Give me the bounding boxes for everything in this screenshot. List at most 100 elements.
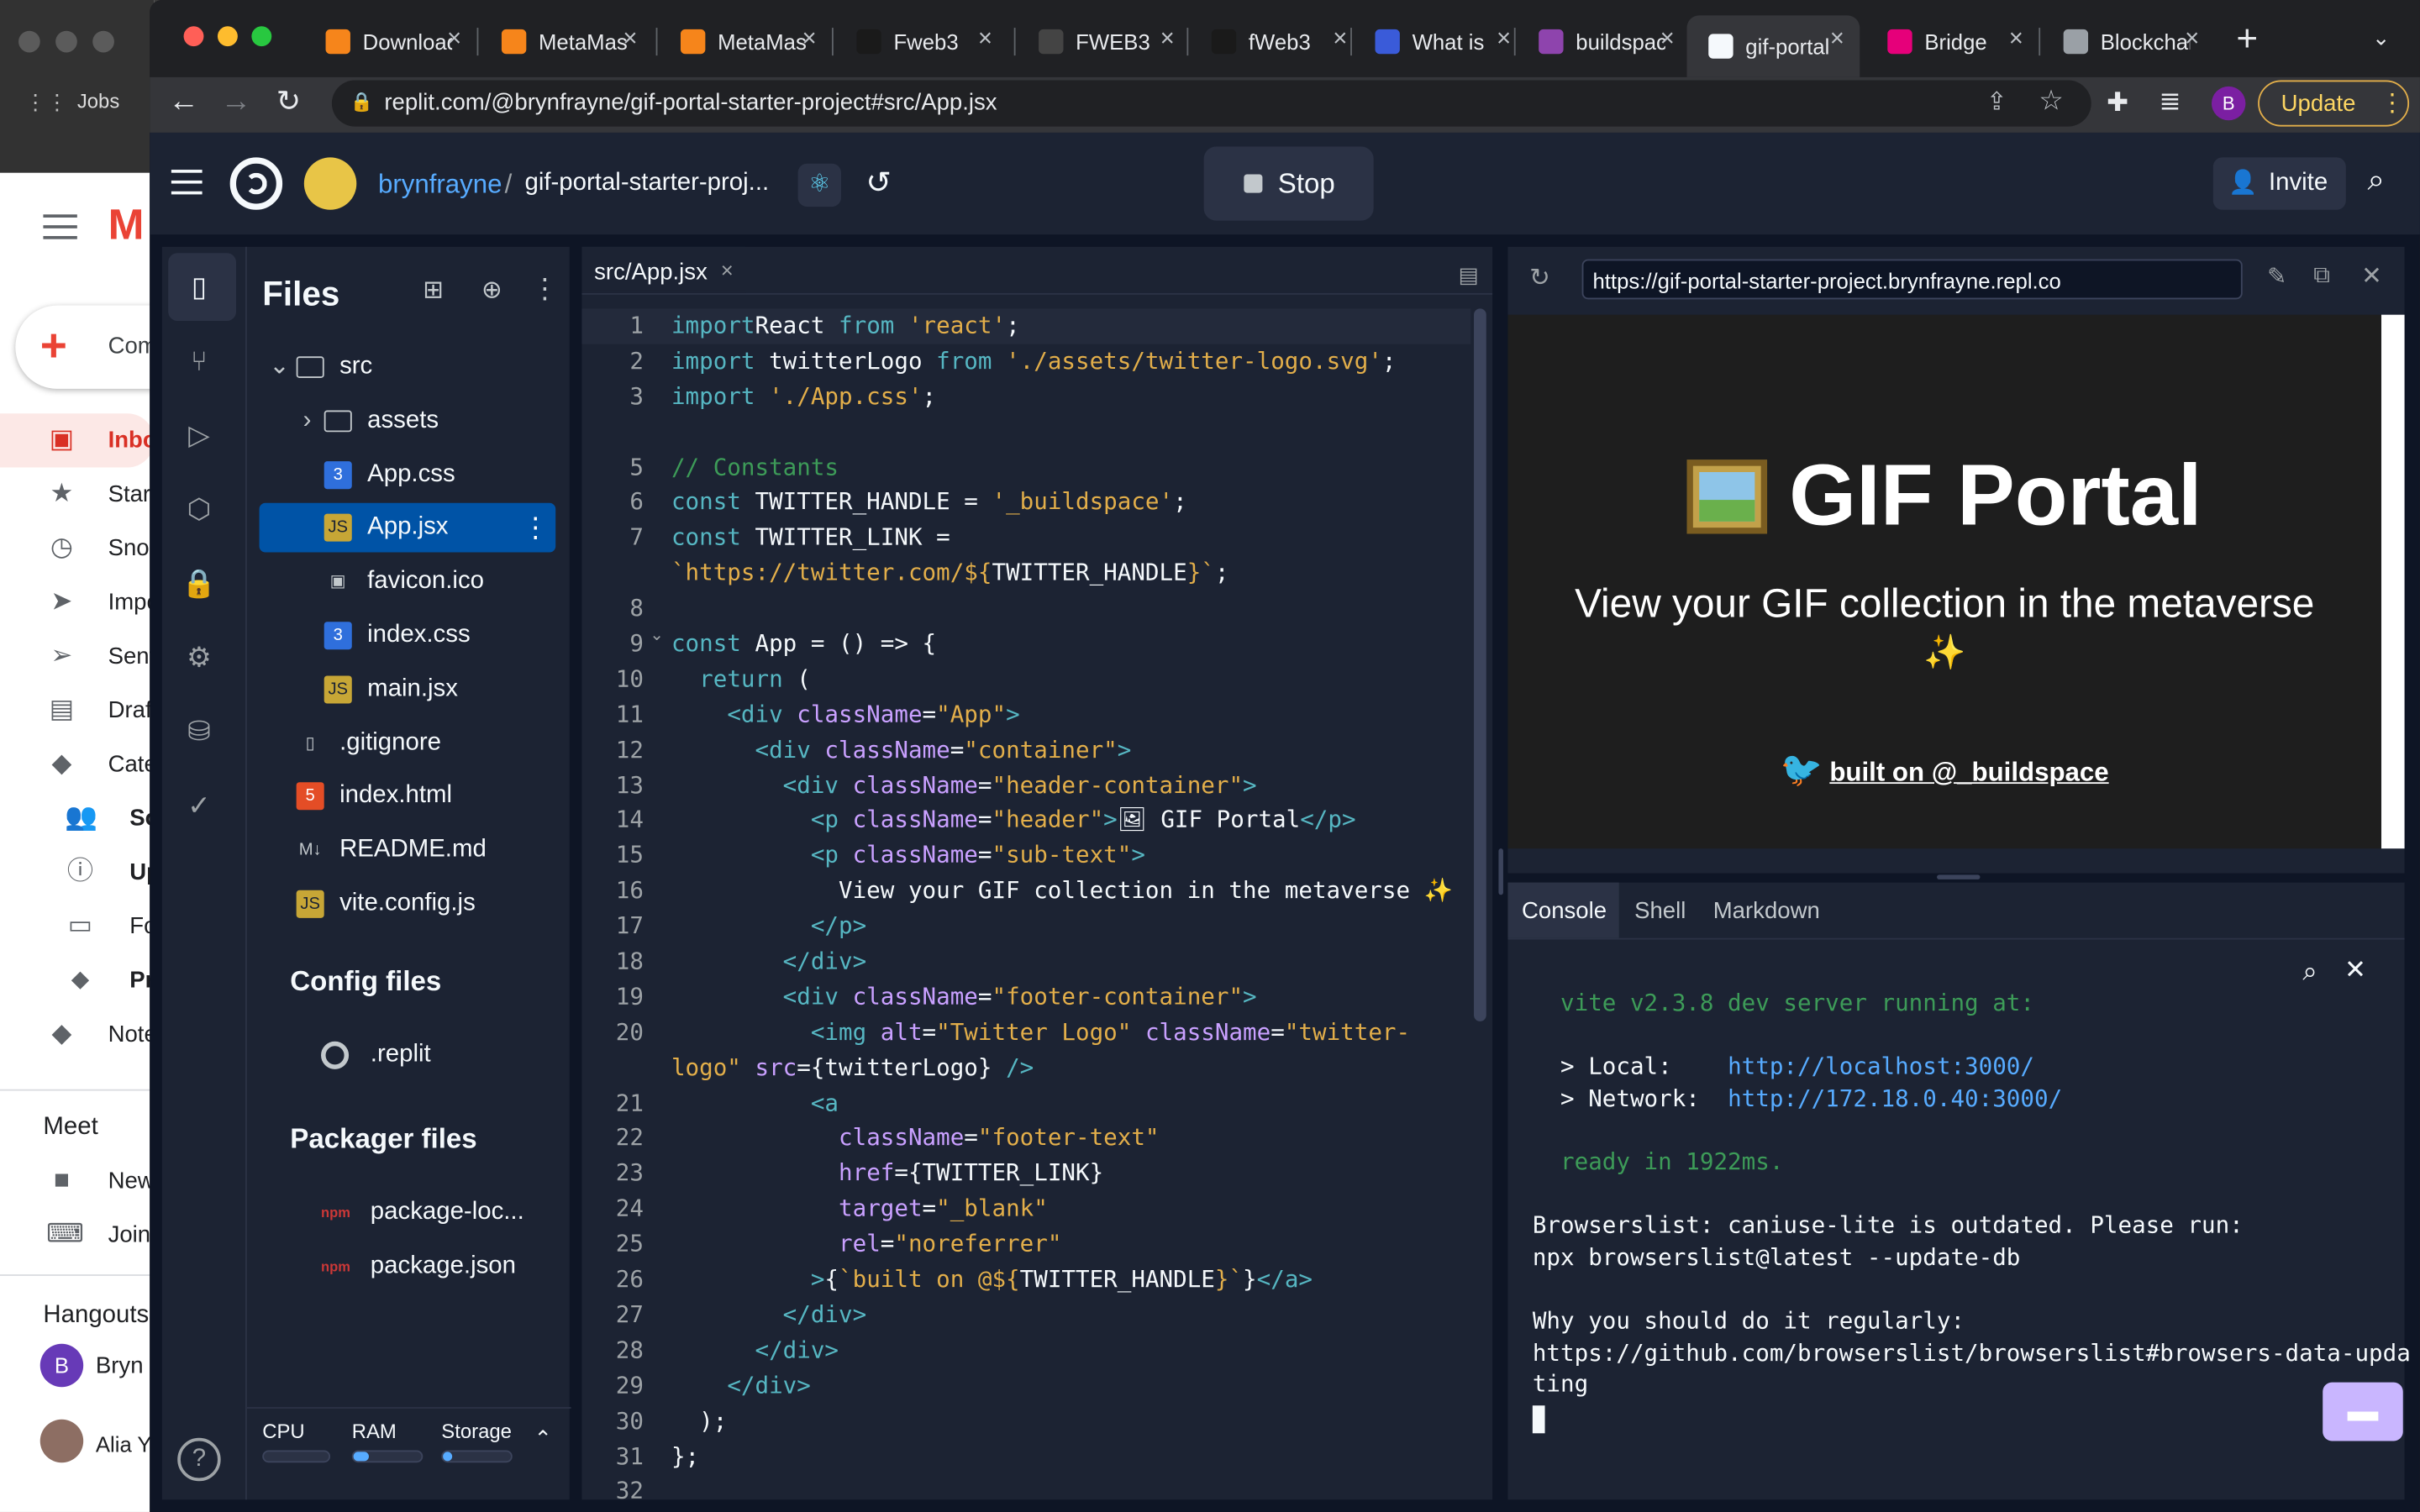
- code-line[interactable]: 1 importReact from 'react';: [581, 308, 1492, 344]
- tab-shell[interactable]: Shell: [1634, 898, 1686, 924]
- hamburger-menu-icon[interactable]: [171, 170, 203, 195]
- menu-icon[interactable]: [43, 210, 77, 241]
- share-icon[interactable]: ⇪: [1986, 87, 2007, 118]
- edit-pencil-icon[interactable]: ✎: [2267, 262, 2286, 290]
- packager-file-package-json[interactable]: npm package.json: [247, 1242, 555, 1292]
- code-line[interactable]: 18 </div>: [581, 944, 1492, 979]
- tab-4[interactable]: Fweb3 ×: [835, 15, 1008, 67]
- history-icon[interactable]: ↺: [865, 164, 892, 202]
- editor-tab[interactable]: src/App.jsx ×: [581, 246, 746, 293]
- gmail-item-categories[interactable]: ◆Categories: [0, 738, 154, 791]
- code-line[interactable]: 8: [581, 591, 1492, 627]
- debugger-icon[interactable]: ▷: [181, 417, 218, 454]
- file-item-favicon-ico[interactable]: ▣ favicon.ico: [247, 557, 555, 606]
- file-item-assets[interactable]: ›▭assets: [247, 396, 555, 446]
- close-tab-icon[interactable]: ×: [1660, 27, 1675, 52]
- close-tab-icon[interactable]: ×: [623, 27, 637, 52]
- packager-file-lock[interactable]: npm package-loc...: [247, 1188, 555, 1237]
- close-tab-icon[interactable]: ×: [2009, 27, 2023, 52]
- code-line[interactable]: 30 );: [581, 1404, 1492, 1439]
- stop-button[interactable]: Stop: [1203, 146, 1374, 221]
- tab-markdown[interactable]: Markdown: [1713, 898, 1820, 924]
- gmail-item-starred[interactable]: ★Starred: [0, 468, 154, 522]
- file-item-src[interactable]: ⌄▭src: [247, 343, 555, 392]
- new-file-icon[interactable]: ⊞: [423, 275, 444, 306]
- code-line[interactable]: 25 rel="noreferrer": [581, 1226, 1492, 1262]
- code-editor[interactable]: src/App.jsx × 1 importReact from 'react';…: [581, 246, 1493, 1504]
- code-line[interactable]: logo" src={twitterLogo} />: [581, 1050, 1492, 1085]
- code-line[interactable]: 27 </div>: [581, 1298, 1492, 1333]
- code-line[interactable]: 31};: [581, 1439, 1492, 1474]
- settings-gear-icon[interactable]: ⚙: [181, 638, 218, 675]
- help-icon[interactable]: ?: [177, 1437, 221, 1482]
- code-line[interactable]: 32: [581, 1474, 1492, 1509]
- chevron-down-icon[interactable]: ⌄: [266, 354, 293, 381]
- gmail-item-sent[interactable]: ➢ Sent: [0, 629, 154, 683]
- file-item-readme-md[interactable]: M↓ README.md: [247, 826, 555, 875]
- code-line[interactable]: 7 const TWITTER_LINK =: [581, 521, 1492, 556]
- project-name[interactable]: gif-portal-starter-proj...: [524, 170, 769, 197]
- maximize-window-button[interactable]: [251, 26, 272, 47]
- gmail-item-drafts[interactable]: ▤Drafts: [0, 684, 155, 738]
- tab-search-chevron-icon[interactable]: ⌄: [2372, 24, 2391, 50]
- gmail-item-updates[interactable]: ⓘUpdates: [0, 846, 155, 900]
- new-folder-icon[interactable]: ⊕: [481, 275, 502, 306]
- close-tab-icon[interactable]: ×: [1497, 27, 1511, 52]
- file-item--gitignore[interactable]: ▯ .gitignore: [247, 718, 555, 768]
- gmail-item-promotions[interactable]: ⬥Promotions: [0, 953, 155, 1007]
- code-line[interactable]: 12 <div className="container">: [581, 732, 1492, 768]
- user-avatar[interactable]: [303, 157, 357, 210]
- secrets-lock-icon[interactable]: 🔒: [181, 564, 218, 601]
- minimize-window-button[interactable]: [217, 26, 238, 47]
- code-line[interactable]: 17 </p>: [581, 909, 1492, 944]
- close-tab-icon[interactable]: ×: [1333, 27, 1347, 52]
- apps-grid-icon[interactable]: ⋮⋮: [24, 90, 67, 116]
- code-line[interactable]: 24 target="_blank": [581, 1191, 1492, 1226]
- username-link[interactable]: brynfrayne: [378, 170, 502, 201]
- gmail-item-inbox[interactable]: ▣Inbox: [0, 413, 155, 468]
- code-line[interactable]: 23 href={TWITTER_LINK}: [581, 1156, 1492, 1191]
- tab-5[interactable]: FWEB3 ×: [1017, 15, 1190, 67]
- code-line[interactable]: 20 <img alt="Twitter Logo" className="tw…: [581, 1015, 1492, 1050]
- files-icon[interactable]: ▯: [181, 269, 218, 306]
- files-more-icon[interactable]: ⋮: [531, 273, 559, 306]
- bookmark-star-icon[interactable]: ☆: [2039, 85, 2064, 118]
- replit-logo-icon[interactable]: [229, 157, 283, 210]
- file-item-index-html[interactable]: 5 index.html: [247, 772, 555, 822]
- code-line[interactable]: [581, 414, 1492, 449]
- reload-button[interactable]: ↻: [276, 85, 301, 120]
- code-line[interactable]: 29 </div>: [581, 1368, 1492, 1404]
- code-line[interactable]: 21 <a: [581, 1085, 1492, 1121]
- close-tab-icon[interactable]: ×: [1830, 27, 1844, 52]
- code-line[interactable]: 14 <p className="header">🖼 GIF Portal</p…: [581, 803, 1492, 838]
- forward-button[interactable]: →: [221, 85, 252, 120]
- code-line[interactable]: 11 <div className="App">: [581, 697, 1492, 732]
- code-line[interactable]: 13 <div className="header-container">: [581, 768, 1492, 803]
- console-url-link[interactable]: http://localhost:3000/: [1728, 1053, 2034, 1080]
- back-button[interactable]: ←: [168, 85, 199, 120]
- unit-tests-check-icon[interactable]: ✓: [181, 787, 218, 824]
- meet-new-meeting[interactable]: ■New meeting: [0, 1154, 155, 1208]
- search-icon[interactable]: ⌕: [2367, 164, 2385, 199]
- webview-reload-icon[interactable]: ↻: [1529, 262, 1550, 293]
- hangouts-user-alia[interactable]: Alia Y: [39, 1419, 155, 1463]
- code-line[interactable]: 3 import './App.css';: [581, 379, 1492, 414]
- horizontal-splitter[interactable]: [1937, 874, 1981, 879]
- code-line[interactable]: 2 import twitterLogo from './assets/twitt…: [581, 344, 1492, 379]
- code-line[interactable]: 16 View your GIF collection in the metav…: [581, 874, 1492, 909]
- code-line[interactable]: 6 const TWITTER_HANDLE = '_buildspace';: [581, 486, 1492, 521]
- packages-icon[interactable]: ⬡: [181, 491, 218, 528]
- tab-2[interactable]: MetaMask×: [480, 15, 653, 67]
- editor-scrollbar[interactable]: [1474, 308, 1486, 1021]
- close-window-button[interactable]: [183, 26, 204, 47]
- tab-9[interactable]: gif-portal ×: [1686, 15, 1860, 77]
- code-line[interactable]: 5 // Constants: [581, 450, 1492, 486]
- tab-11[interactable]: Blockchain×: [2042, 15, 2215, 67]
- code-line[interactable]: 26 >{`built on @${TWITTER_HANDLE}`}</a>: [581, 1263, 1492, 1298]
- tab-3[interactable]: MetaMask×: [659, 15, 832, 67]
- config-file-replit[interactable]: .replit: [247, 1031, 555, 1080]
- webview-url-input[interactable]: https://gif-portal-starter-project.brynf…: [1581, 259, 2243, 300]
- file-more-icon[interactable]: ⋮: [522, 514, 550, 542]
- profile-avatar[interactable]: B: [2211, 86, 2246, 121]
- panel-divider[interactable]: [1498, 848, 1503, 895]
